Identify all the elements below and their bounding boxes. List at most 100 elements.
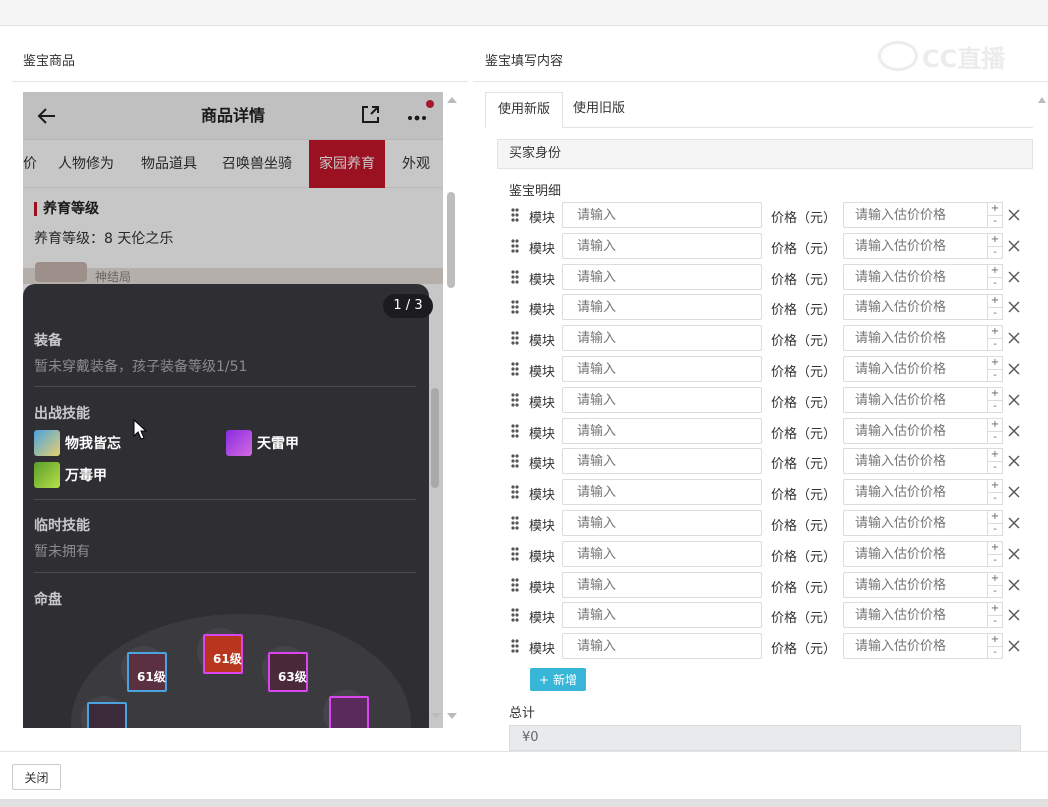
decrement-button[interactable]: - xyxy=(988,646,1002,658)
module-input[interactable] xyxy=(562,602,762,628)
close-icon[interactable] xyxy=(1007,300,1021,314)
buyer-identity-section[interactable]: 买家身份 xyxy=(497,139,1033,169)
close-icon[interactable] xyxy=(1007,424,1021,438)
scroll-up-icon[interactable] xyxy=(1038,96,1046,104)
close-icon[interactable] xyxy=(1007,608,1021,622)
price-stepper[interactable]: + - xyxy=(987,418,1003,444)
increment-button[interactable]: + xyxy=(988,357,1002,369)
module-input[interactable] xyxy=(562,325,762,351)
price-stepper[interactable]: + - xyxy=(987,602,1003,628)
module-input[interactable] xyxy=(562,356,762,382)
decrement-button[interactable]: - xyxy=(988,492,1002,504)
scrollbar-thumb[interactable] xyxy=(447,192,455,288)
decrement-button[interactable]: - xyxy=(988,400,1002,412)
tab-new-version[interactable]: 使用新版 xyxy=(485,92,564,128)
form-scrollbar[interactable] xyxy=(1038,92,1046,752)
decrement-button[interactable]: - xyxy=(988,215,1002,227)
drag-handle-icon[interactable] xyxy=(511,608,519,622)
drag-handle-icon[interactable] xyxy=(511,485,519,499)
price-stepper[interactable]: + - xyxy=(987,233,1003,259)
price-input[interactable] xyxy=(843,510,987,536)
module-input[interactable] xyxy=(562,510,762,536)
increment-button[interactable]: + xyxy=(988,573,1002,585)
increment-button[interactable]: + xyxy=(988,480,1002,492)
price-input[interactable] xyxy=(843,387,987,413)
product-detail-preview[interactable]: 商品详情 价 人物修为 物品道具 召唤兽坐骑 家园养育 外观 养育等级 养育等级… xyxy=(23,92,443,728)
price-stepper[interactable]: + - xyxy=(987,510,1003,536)
decrement-button[interactable]: - xyxy=(988,554,1002,566)
decrement-button[interactable]: - xyxy=(988,615,1002,627)
drag-handle-icon[interactable] xyxy=(511,239,519,253)
module-input[interactable] xyxy=(562,418,762,444)
price-input[interactable] xyxy=(843,264,987,290)
hero-slot[interactable]: 61级 xyxy=(121,646,167,692)
close-icon[interactable] xyxy=(1007,639,1021,653)
scroll-up-icon[interactable] xyxy=(447,96,457,104)
price-input[interactable] xyxy=(843,479,987,505)
increment-button[interactable]: + xyxy=(988,449,1002,461)
hero-slot[interactable] xyxy=(323,690,369,728)
scroll-down-icon[interactable] xyxy=(431,712,457,720)
preview-scrollbar[interactable] xyxy=(431,92,457,728)
close-icon[interactable] xyxy=(1007,393,1021,407)
tab-old-version[interactable]: 使用旧版 xyxy=(561,92,637,128)
drag-handle-icon[interactable] xyxy=(511,578,519,592)
price-stepper[interactable]: + - xyxy=(987,202,1003,228)
module-input[interactable] xyxy=(562,233,762,259)
module-input[interactable] xyxy=(562,294,762,320)
increment-button[interactable]: + xyxy=(988,295,1002,307)
increment-button[interactable]: + xyxy=(988,511,1002,523)
decrement-button[interactable]: - xyxy=(988,369,1002,381)
drag-handle-icon[interactable] xyxy=(511,362,519,376)
increment-button[interactable]: + xyxy=(988,603,1002,615)
increment-button[interactable]: + xyxy=(988,388,1002,400)
module-input[interactable] xyxy=(562,633,762,659)
increment-button[interactable]: + xyxy=(988,419,1002,431)
price-input[interactable] xyxy=(843,602,987,628)
hero-slot[interactable]: 61级 xyxy=(197,628,243,674)
close-icon[interactable] xyxy=(1007,270,1021,284)
close-button[interactable]: 关闭 xyxy=(12,764,61,790)
close-icon[interactable] xyxy=(1007,454,1021,468)
decrement-button[interactable]: - xyxy=(988,277,1002,289)
module-input[interactable] xyxy=(562,387,762,413)
module-input[interactable] xyxy=(562,572,762,598)
price-input[interactable] xyxy=(843,541,987,567)
drag-handle-icon[interactable] xyxy=(511,547,519,561)
price-input[interactable] xyxy=(843,448,987,474)
increment-button[interactable]: + xyxy=(988,542,1002,554)
close-icon[interactable] xyxy=(1007,485,1021,499)
drag-handle-icon[interactable] xyxy=(511,208,519,222)
price-stepper[interactable]: + - xyxy=(987,479,1003,505)
price-input[interactable] xyxy=(843,572,987,598)
price-input[interactable] xyxy=(843,633,987,659)
drag-handle-icon[interactable] xyxy=(511,516,519,530)
price-stepper[interactable]: + - xyxy=(987,294,1003,320)
close-icon[interactable] xyxy=(1007,331,1021,345)
increment-button[interactable]: + xyxy=(988,265,1002,277)
close-icon[interactable] xyxy=(1007,239,1021,253)
price-stepper[interactable]: + - xyxy=(987,448,1003,474)
module-input[interactable] xyxy=(562,202,762,228)
hero-slot[interactable]: 63级 xyxy=(262,646,308,692)
price-input[interactable] xyxy=(843,325,987,351)
increment-button[interactable]: + xyxy=(988,234,1002,246)
price-stepper[interactable]: + - xyxy=(987,572,1003,598)
drag-handle-icon[interactable] xyxy=(511,639,519,653)
module-input[interactable] xyxy=(562,264,762,290)
drag-handle-icon[interactable] xyxy=(511,300,519,314)
decrement-button[interactable]: - xyxy=(988,431,1002,443)
drag-handle-icon[interactable] xyxy=(511,393,519,407)
increment-button[interactable]: + xyxy=(988,634,1002,646)
price-input[interactable] xyxy=(843,233,987,259)
price-input[interactable] xyxy=(843,418,987,444)
decrement-button[interactable]: - xyxy=(988,307,1002,319)
close-icon[interactable] xyxy=(1007,362,1021,376)
decrement-button[interactable]: - xyxy=(988,338,1002,350)
drag-handle-icon[interactable] xyxy=(511,331,519,345)
price-stepper[interactable]: + - xyxy=(987,264,1003,290)
increment-button[interactable]: + xyxy=(988,203,1002,215)
module-input[interactable] xyxy=(562,541,762,567)
decrement-button[interactable]: - xyxy=(988,523,1002,535)
drag-handle-icon[interactable] xyxy=(511,454,519,468)
